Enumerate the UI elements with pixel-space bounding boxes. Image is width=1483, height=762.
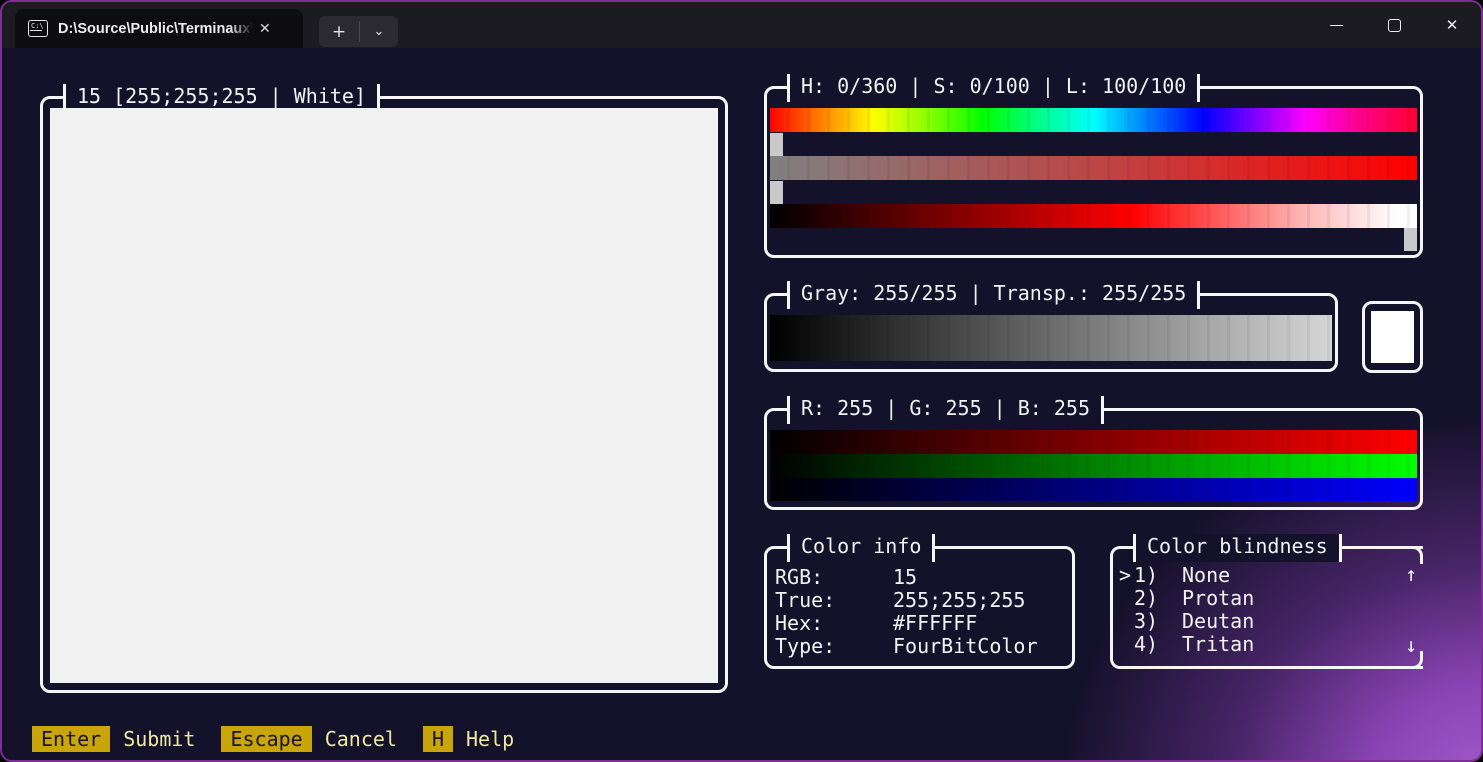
key-badge: Enter <box>32 726 110 752</box>
keybinding-bar: Enter Submit Escape Cancel H Help <box>32 726 540 752</box>
key-badge: H <box>423 726 453 752</box>
blue-slider-bar[interactable] <box>770 478 1417 501</box>
gray-slider-bar[interactable] <box>770 315 1332 361</box>
item-number: 3) <box>1134 610 1182 633</box>
current-color-swatch <box>1371 311 1414 363</box>
info-row-hex: Hex: #FFFFFF <box>775 612 1072 635</box>
minimize-icon <box>1330 25 1343 26</box>
red-steps <box>770 430 1417 454</box>
info-value: #FFFFFF <box>893 612 977 635</box>
item-label: Tritan <box>1182 633 1254 656</box>
info-label: RGB: <box>775 566 893 589</box>
keybinding-help[interactable]: H Help <box>423 726 514 752</box>
lightness-slider-bar[interactable] <box>770 204 1417 228</box>
lightness-slider-handle[interactable] <box>1404 228 1417 251</box>
terminal-canvas: 15 [255;255;255 | White] H: 0/360 | S: 0… <box>2 48 1481 761</box>
key-action-label: Help <box>466 727 514 751</box>
terminal-window: C:\ D:\Source\Public\Terminaux\T ✕ + ⌄ ✕… <box>0 0 1483 762</box>
info-row-rgb: RGB: 15 <box>775 566 1072 589</box>
tab-actions: + ⌄ <box>319 16 398 47</box>
green-steps <box>770 454 1417 478</box>
green-slider-bar[interactable] <box>770 454 1417 478</box>
gray-panel: Gray: 255/255 | Transp.: 255/255 <box>764 293 1338 372</box>
rgb-title: R: 255 | G: 255 | B: 255 <box>787 396 1104 424</box>
gray-title: Gray: 255/255 | Transp.: 255/255 <box>787 281 1200 309</box>
titlebar: C:\ D:\Source\Public\Terminaux\T ✕ + ⌄ ✕ <box>2 2 1481 48</box>
item-number: 1) <box>1134 564 1182 587</box>
gray-steps <box>770 315 1332 361</box>
color-info-title: Color info <box>787 534 935 562</box>
info-label: Hex: <box>775 612 893 635</box>
color-preview-panel: 15 [255;255;255 | White] <box>40 96 728 693</box>
blue-steps <box>770 478 1417 501</box>
hue-slider-handle[interactable] <box>770 133 783 157</box>
item-number: 2) <box>1134 587 1182 610</box>
hsl-title: H: 0/360 | S: 0/100 | L: 100/100 <box>787 74 1200 102</box>
color-blindness-title: Color blindness <box>1133 534 1342 562</box>
new-tab-button[interactable]: + <box>319 16 359 47</box>
info-value: 15 <box>893 566 917 589</box>
info-label: Type: <box>775 635 893 658</box>
saturation-slider-handle[interactable] <box>770 181 783 205</box>
tab-close-icon[interactable]: ✕ <box>259 21 271 37</box>
key-action-label: Cancel <box>325 727 397 751</box>
info-value: FourBitColor <box>893 635 1038 658</box>
info-value: 255;255;255 <box>893 589 1025 612</box>
list-item-protan[interactable]: 2) Protan <box>1113 587 1423 610</box>
info-label: True: <box>775 589 893 612</box>
tab-dropdown-button[interactable]: ⌄ <box>360 16 398 47</box>
list-item-none[interactable]: > 1) None <box>1113 564 1423 587</box>
color-info-panel: Color info RGB: 15 True: 255;255;255 Hex… <box>764 546 1075 669</box>
color-preview-swatch <box>50 108 718 683</box>
scroll-up-icon[interactable]: ↑ <box>1405 562 1417 586</box>
item-label: Deutan <box>1182 610 1254 633</box>
maximize-button[interactable] <box>1365 2 1423 48</box>
hsl-panel: H: 0/360 | S: 0/100 | L: 100/100 <box>764 86 1423 258</box>
list-item-deutan[interactable]: 3) Deutan <box>1113 610 1423 633</box>
item-label: Protan <box>1182 587 1254 610</box>
key-badge: Escape <box>221 726 311 752</box>
terminal-tab[interactable]: C:\ D:\Source\Public\Terminaux\T ✕ <box>15 9 303 48</box>
item-label: None <box>1182 564 1230 587</box>
command-prompt-icon: C:\ <box>28 20 48 37</box>
keybinding-submit[interactable]: Enter Submit <box>32 726 195 752</box>
info-row-true: True: 255;255;255 <box>775 589 1072 612</box>
current-color-box <box>1362 301 1423 373</box>
item-number: 4) <box>1134 633 1182 656</box>
close-button[interactable]: ✕ <box>1423 2 1481 48</box>
maximize-icon <box>1388 19 1401 32</box>
saturation-steps <box>770 156 1417 180</box>
minimize-button[interactable] <box>1307 2 1365 48</box>
saturation-slider-bar[interactable] <box>770 156 1417 180</box>
rgb-panel: R: 255 | G: 255 | B: 255 <box>764 408 1423 510</box>
lightness-steps <box>770 204 1417 228</box>
info-row-type: Type: FourBitColor <box>775 635 1072 658</box>
hue-slider-bar[interactable] <box>770 108 1417 132</box>
red-slider-bar[interactable] <box>770 430 1417 454</box>
key-action-label: Submit <box>123 727 195 751</box>
selection-marker: > <box>1113 564 1134 587</box>
tab-title: D:\Source\Public\Terminaux\T <box>58 21 253 37</box>
scroll-down-icon[interactable]: ↓ <box>1405 633 1417 657</box>
keybinding-cancel[interactable]: Escape Cancel <box>221 726 397 752</box>
hue-steps <box>770 108 1417 132</box>
color-blindness-panel: Color blindness > 1) None 2) Protan 3) D… <box>1110 546 1423 669</box>
window-controls: ✕ <box>1307 2 1481 48</box>
